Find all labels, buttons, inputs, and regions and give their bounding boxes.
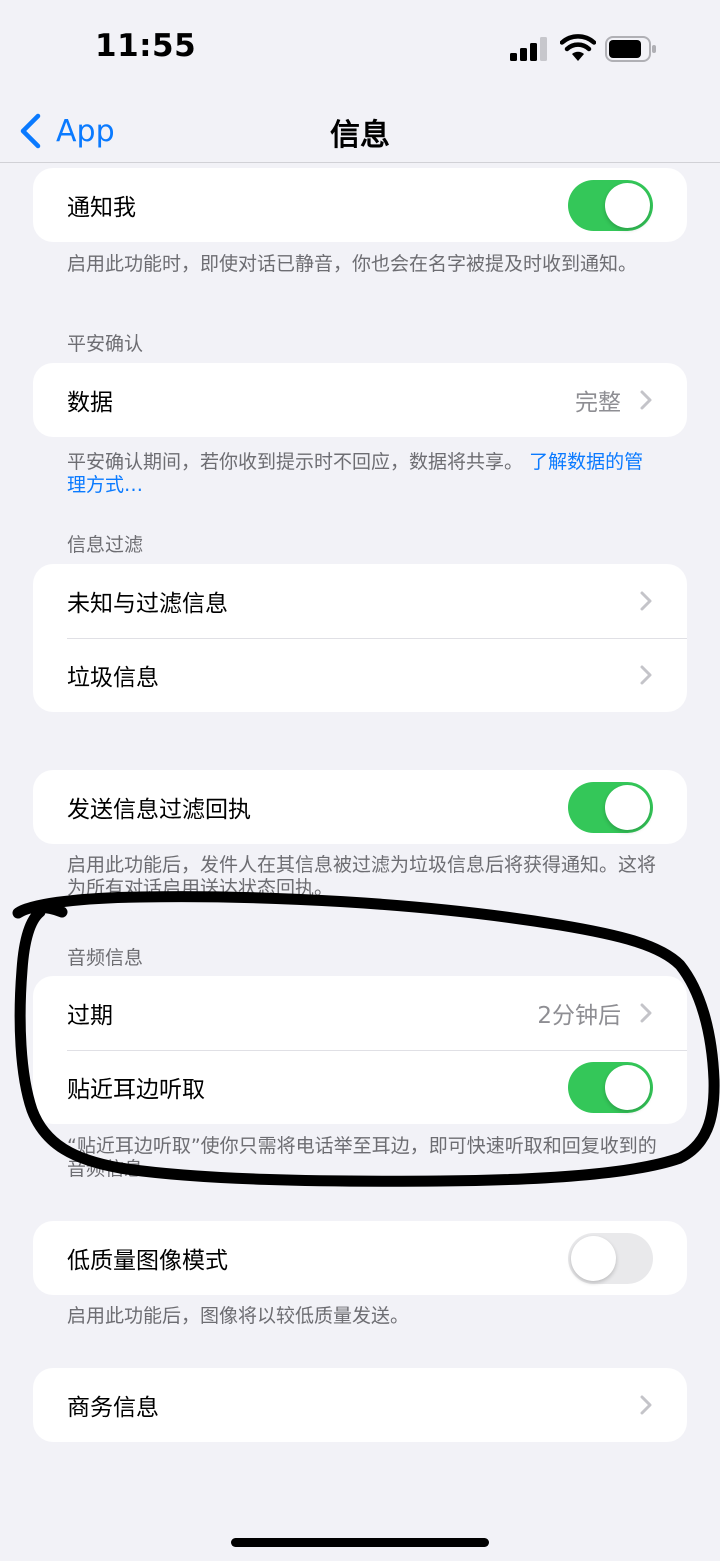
filter-group: 未知与过滤信息 垃圾信息 [33, 564, 687, 712]
chevron-right-icon [640, 1003, 652, 1023]
chevron-right-icon [640, 1395, 652, 1415]
wifi-icon [560, 34, 596, 61]
filter-unknown-row[interactable]: 未知与过滤信息 [33, 564, 687, 638]
filter-header: 信息过滤 [67, 534, 144, 556]
business-label: 商务信息 [67, 1395, 159, 1421]
safety-data-right: 完整 [575, 363, 653, 437]
low-quality-footer: 启用此功能后，图像将以较低质量发送。 [67, 1305, 410, 1327]
business-right [639, 1368, 653, 1442]
signal-icon [510, 37, 547, 61]
home-indicator [231, 1538, 489, 1547]
receipt-row: 发送信息过滤回执 [33, 770, 687, 844]
low-quality-label: 低质量图像模式 [67, 1248, 228, 1274]
chevron-right-icon [640, 390, 652, 410]
audio-expire-label: 过期 [67, 1003, 113, 1029]
toggle-knob [605, 785, 650, 830]
safety-footer: 平安确认期间，若你收到提示时不回应，数据将共享。 了解数据的管理方式… [67, 451, 657, 497]
status-bar: 11:55 [0, 0, 720, 100]
audio-raise-toggle[interactable] [568, 1062, 653, 1113]
audio-expire-value: 2分钟后 [537, 1003, 621, 1029]
low-quality-row: 低质量图像模式 [33, 1221, 687, 1295]
receipt-group: 发送信息过滤回执 [33, 770, 687, 844]
audio-group: 过期 2分钟后 贴近耳边听取 [33, 976, 687, 1124]
safety-group: 数据 完整 [33, 363, 687, 437]
notify-footer: 启用此功能时，即使对话已静音，你也会在名字被提及时收到通知。 [67, 253, 638, 275]
receipt-footer: 启用此功能后，发件人在其信息被过滤为垃圾信息后将获得通知。这将为所有对话启用送达… [67, 854, 657, 899]
safety-data-label: 数据 [67, 390, 113, 416]
battery-icon [605, 36, 656, 62]
safety-data-row[interactable]: 数据 完整 [33, 363, 687, 437]
filter-junk-label: 垃圾信息 [67, 665, 159, 691]
audio-footer: “贴近耳边听取”使你只需将电话举至耳边，即可快速听取和回复收到的音频信息。 [67, 1135, 657, 1180]
notify-group: 通知我 [33, 168, 687, 242]
filter-junk-right [639, 638, 653, 712]
audio-header: 音频信息 [67, 947, 144, 969]
low-quality-toggle[interactable] [568, 1233, 653, 1284]
navigation-bar: App 信息 [0, 100, 720, 163]
page-title: 信息 [330, 118, 390, 153]
chevron-right-icon [640, 591, 652, 611]
safety-data-value: 完整 [575, 390, 621, 416]
safety-footer-text: 平安确认期间，若你收到提示时不回应，数据将共享。 [67, 451, 524, 473]
business-row[interactable]: 商务信息 [33, 1368, 687, 1442]
receipt-label: 发送信息过滤回执 [67, 797, 251, 823]
safety-header: 平安确认 [67, 333, 144, 355]
business-group: 商务信息 [33, 1368, 687, 1442]
notify-row: 通知我 [33, 168, 687, 242]
audio-expire-right: 2分钟后 [537, 976, 653, 1050]
low-quality-group: 低质量图像模式 [33, 1221, 687, 1295]
filter-junk-row[interactable]: 垃圾信息 [33, 638, 687, 712]
toggle-knob [605, 183, 650, 228]
notify-label: 通知我 [67, 195, 136, 221]
toggle-knob [605, 1065, 650, 1110]
audio-raise-row: 贴近耳边听取 [33, 1050, 687, 1124]
notify-toggle[interactable] [568, 180, 653, 231]
status-time: 11:55 [95, 28, 197, 64]
audio-raise-label: 贴近耳边听取 [67, 1077, 205, 1103]
filter-unknown-label: 未知与过滤信息 [67, 591, 228, 617]
filter-unknown-right [639, 564, 653, 638]
audio-expire-row[interactable]: 过期 2分钟后 [33, 976, 687, 1050]
receipt-toggle[interactable] [568, 782, 653, 833]
chevron-right-icon [640, 665, 652, 685]
toggle-knob [571, 1236, 616, 1281]
